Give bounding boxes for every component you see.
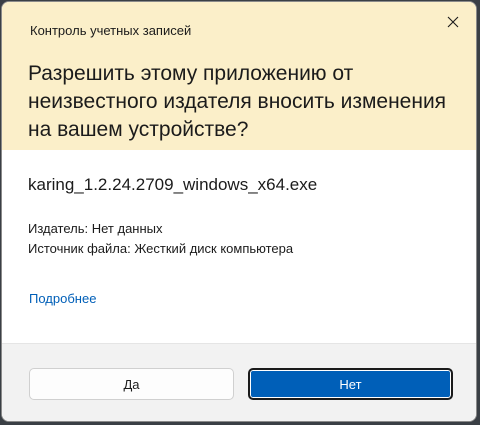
dialog-headline: Разрешить этому приложению от неизвестно…: [28, 62, 447, 141]
no-button[interactable]: Нет: [248, 368, 453, 400]
dialog-footer: Да Нет: [2, 343, 476, 421]
details-link[interactable]: Подробнее: [29, 291, 96, 306]
yes-button[interactable]: Да: [29, 368, 234, 400]
file-source-info: Источник файла: Жесткий диск компьютера: [28, 241, 294, 256]
close-button[interactable]: [438, 8, 468, 36]
program-filename: karing_1.2.24.2709_windows_x64.exe: [28, 175, 318, 194]
uac-dialog: Контроль учетных записей Разрешить этому…: [1, 1, 477, 422]
publisher-info: Издатель: Нет данных: [28, 221, 163, 236]
window-title: Контроль учетных записей: [30, 23, 192, 38]
close-icon: [447, 16, 459, 28]
dialog-header: Контроль учетных записей Разрешить этому…: [2, 2, 476, 150]
